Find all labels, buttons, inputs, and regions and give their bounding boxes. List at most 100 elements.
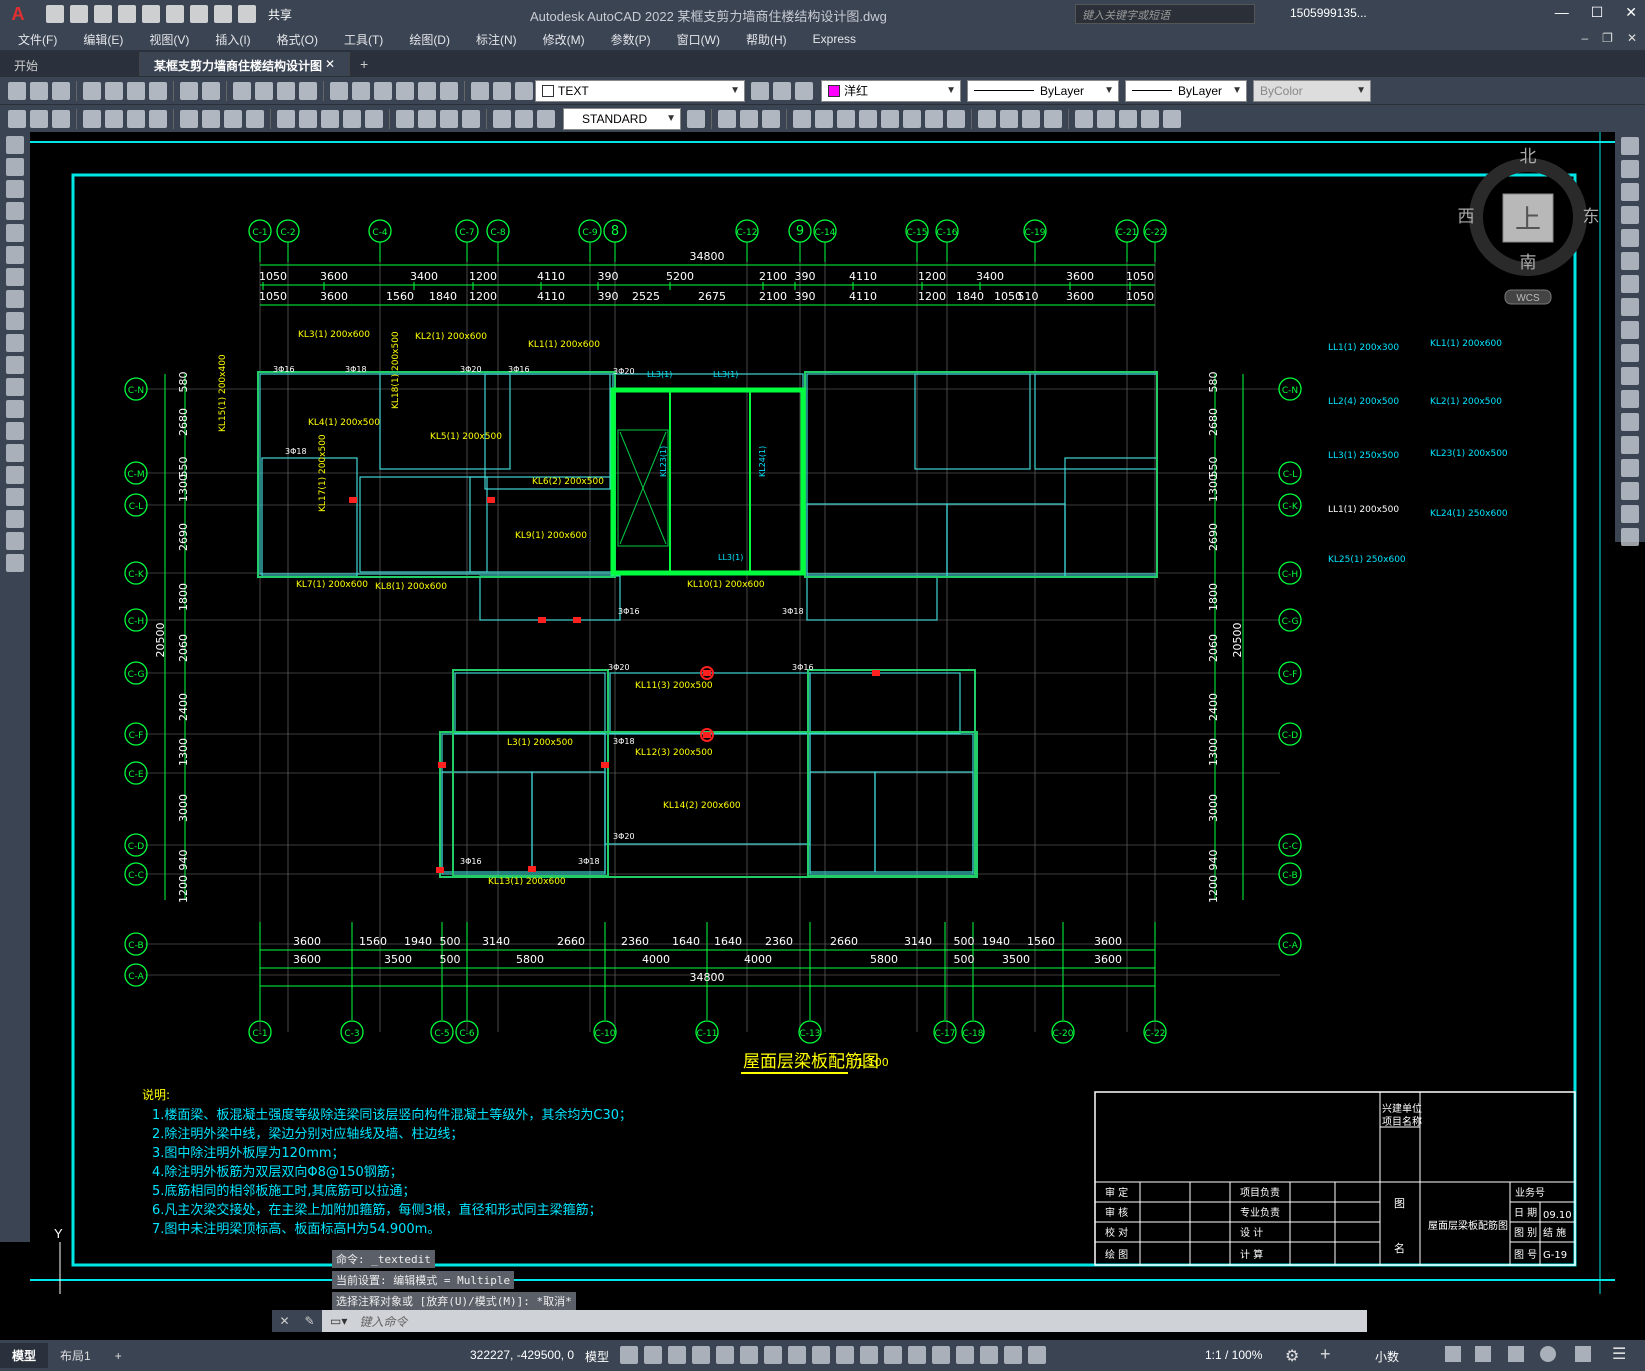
menu-file[interactable]: 文件(F): [18, 31, 57, 48]
offset-icon[interactable]: [1621, 206, 1639, 224]
fillet-icon[interactable]: [1621, 482, 1639, 500]
publish-icon[interactable]: [127, 81, 145, 100]
menu-help[interactable]: 帮助(H): [746, 31, 787, 48]
save-web-icon[interactable]: [166, 5, 184, 23]
save-as-icon[interactable]: [118, 5, 136, 23]
search-input[interactable]: 键入关键字或短语: [1075, 4, 1255, 24]
dynamic-ucs-icon[interactable]: [908, 1346, 926, 1364]
layer-dropdown[interactable]: TEXT ▼: [535, 79, 745, 102]
viewcube[interactable]: 上 北 南 西 东 WCS: [1458, 147, 1600, 305]
gizmo-icon[interactable]: [956, 1346, 974, 1364]
tolerance-icon[interactable]: [396, 109, 414, 128]
jogged-linear-icon[interactable]: [462, 109, 480, 128]
layer-lock-icon[interactable]: [515, 81, 533, 100]
close-icon[interactable]: ✕: [279, 1314, 289, 1328]
insert-block-icon[interactable]: [6, 378, 24, 396]
angular-icon[interactable]: [246, 109, 264, 128]
doc-restore-icon[interactable]: ❐: [1602, 31, 1613, 45]
dim-update-icon[interactable]: [537, 109, 555, 128]
pan-icon[interactable]: [233, 81, 251, 100]
join-icon[interactable]: [1621, 436, 1639, 454]
open-web-icon[interactable]: [142, 5, 160, 23]
intersect-icon[interactable]: [947, 109, 965, 128]
annotation-monitor-icon[interactable]: +: [1320, 1344, 1331, 1365]
gradient-icon[interactable]: [6, 466, 24, 484]
match-icon[interactable]: [30, 109, 48, 128]
stretch-icon[interactable]: [1621, 321, 1639, 339]
table-icon[interactable]: [6, 510, 24, 528]
selection-filter-icon[interactable]: [932, 1346, 950, 1364]
hatch-icon[interactable]: [6, 444, 24, 462]
maximize-icon[interactable]: ☐: [1591, 4, 1604, 21]
dim-edit-icon[interactable]: [493, 109, 511, 128]
design-center-icon[interactable]: [352, 81, 370, 100]
autocad-logo-icon[interactable]: A: [0, 0, 36, 28]
grid-icon[interactable]: [620, 1346, 638, 1364]
lineweight-icon[interactable]: [812, 1346, 830, 1364]
inspect-icon[interactable]: [440, 109, 458, 128]
menu-draw[interactable]: 绘图(D): [409, 31, 450, 48]
customize-icon[interactable]: ✎: [304, 1314, 314, 1328]
visual-style-icon[interactable]: [978, 109, 996, 128]
linear-dim-icon[interactable]: [83, 109, 101, 128]
scale-icon[interactable]: [1621, 298, 1639, 316]
menu-format[interactable]: 格式(O): [277, 31, 318, 48]
compass-east[interactable]: 东: [1583, 207, 1600, 227]
arc-icon[interactable]: [6, 246, 24, 264]
tab-layout1[interactable]: 布局1: [48, 1343, 103, 1368]
ucs-view-icon[interactable]: [1141, 109, 1159, 128]
annotation-visibility-icon[interactable]: [980, 1346, 998, 1364]
isodraft-icon[interactable]: [740, 1346, 758, 1364]
tab-model[interactable]: 模型: [0, 1343, 49, 1368]
doc-close-icon[interactable]: ✕: [1627, 31, 1637, 45]
continue-icon[interactable]: [321, 109, 339, 128]
calculator-icon[interactable]: [418, 81, 436, 100]
zoom-realtime-icon[interactable]: [255, 81, 273, 100]
polygon-icon[interactable]: [6, 202, 24, 220]
menu-insert[interactable]: 插入(I): [215, 31, 250, 48]
model-space-toggle[interactable]: 模型: [585, 1348, 609, 1365]
space-icon[interactable]: [343, 109, 361, 128]
line-icon[interactable]: [6, 136, 24, 154]
copy-icon[interactable]: [1621, 160, 1639, 178]
zoom-previous-icon[interactable]: [299, 81, 317, 100]
undo-icon[interactable]: [214, 5, 232, 23]
compass-west[interactable]: 西: [1458, 207, 1475, 227]
3d-osnap-icon[interactable]: [884, 1346, 902, 1364]
explode-icon[interactable]: [1621, 528, 1639, 546]
arc-length-icon[interactable]: [127, 109, 145, 128]
color-dropdown[interactable]: 洋红 ▼: [821, 79, 961, 102]
osnap-icon[interactable]: [788, 1346, 806, 1364]
3d-print-icon[interactable]: [149, 81, 167, 100]
save-icon[interactable]: [52, 81, 70, 100]
selection-cycling-icon[interactable]: [860, 1346, 878, 1364]
help-icon[interactable]: [440, 81, 458, 100]
workspace-gear-icon[interactable]: ⚙: [1285, 1346, 1299, 1366]
isolate-icon[interactable]: [1508, 1346, 1524, 1362]
ordinate-icon[interactable]: [149, 109, 167, 128]
lock-ui-icon[interactable]: [1475, 1346, 1491, 1362]
region-icon[interactable]: [6, 488, 24, 506]
plot-icon[interactable]: [190, 5, 208, 23]
ortho-icon[interactable]: [692, 1346, 710, 1364]
open-icon[interactable]: [70, 5, 88, 23]
compass-north[interactable]: 北: [1520, 147, 1537, 167]
lights-icon[interactable]: [1044, 109, 1062, 128]
layer-icon[interactable]: [52, 109, 70, 128]
plotstyle-dropdown[interactable]: ByColor ▼: [1253, 79, 1371, 102]
subtract-icon[interactable]: [925, 109, 943, 128]
loft-icon[interactable]: [881, 109, 899, 128]
add-selected-icon[interactable]: [6, 554, 24, 572]
ucs-origin-icon[interactable]: [1163, 109, 1181, 128]
wcs-menu[interactable]: WCS: [1516, 293, 1540, 304]
presspull-icon[interactable]: [815, 109, 833, 128]
mtext-icon[interactable]: [6, 532, 24, 550]
sweep-icon[interactable]: [837, 109, 855, 128]
baseline-icon[interactable]: [299, 109, 317, 128]
rectangle-icon[interactable]: [6, 224, 24, 242]
center-mark-icon[interactable]: [418, 109, 436, 128]
ucs-icon[interactable]: [1075, 109, 1093, 128]
linetype-dropdown[interactable]: ByLayer ▼: [967, 79, 1119, 102]
aligned-dim-icon[interactable]: [105, 109, 123, 128]
jogged-icon[interactable]: [202, 109, 220, 128]
